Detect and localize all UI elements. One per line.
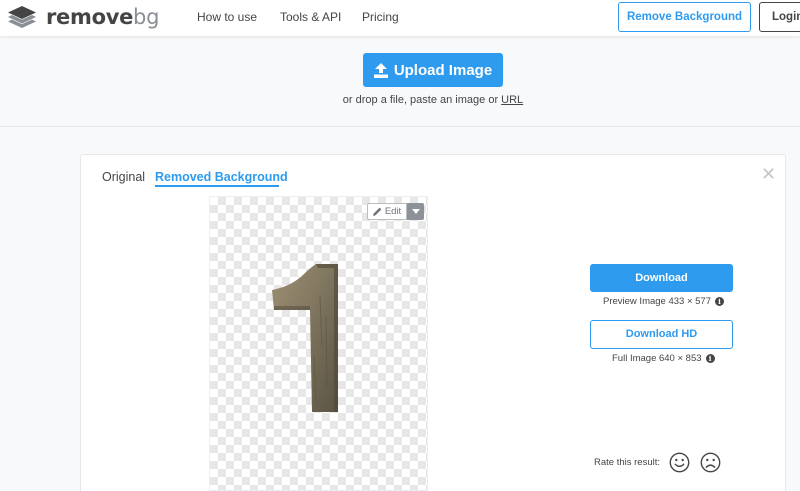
edit-dropdown-toggle[interactable] xyxy=(407,203,424,220)
nav-tools-api[interactable]: Tools & API xyxy=(280,10,341,24)
download-hd-button[interactable]: Download HD xyxy=(590,320,733,349)
nav-how-to-use[interactable]: How to use xyxy=(197,10,257,24)
full-size-text: Full Image 640 × 853 xyxy=(612,353,702,364)
upload-icon xyxy=(373,62,388,78)
url-link[interactable]: URL xyxy=(501,94,523,106)
drop-hint-text: or drop a file, paste an image or xyxy=(342,94,499,106)
close-icon[interactable]: ✕ xyxy=(761,165,776,183)
logo-text: removebg xyxy=(46,5,160,29)
tab-removed-background[interactable]: Removed Background xyxy=(155,170,288,184)
info-icon[interactable]: i xyxy=(705,354,715,363)
remove-background-button[interactable]: Remove Background xyxy=(618,2,751,32)
pencil-icon xyxy=(372,207,382,216)
nav-pricing[interactable]: Pricing xyxy=(362,10,399,24)
rate-label: Rate this result: xyxy=(594,457,660,468)
drop-hint: or drop a file, paste an image or URL xyxy=(0,94,800,106)
login-button[interactable]: Login xyxy=(759,2,800,32)
header-bar: removebg How to use Tools & API Pricing … xyxy=(0,0,800,36)
active-tab-indicator xyxy=(155,185,279,187)
edit-control: Edit xyxy=(367,203,424,220)
download-button[interactable]: Download xyxy=(590,264,733,292)
logo[interactable]: removebg xyxy=(6,6,159,28)
caret-down-icon xyxy=(411,209,420,214)
tab-original[interactable]: Original xyxy=(102,170,145,184)
full-size-info: Full Image 640 × 853 i xyxy=(612,353,715,364)
upload-button-label: Upload Image xyxy=(393,61,493,79)
edit-button[interactable]: Edit xyxy=(367,203,407,220)
layers-icon xyxy=(8,6,36,28)
smiley-sad-icon[interactable] xyxy=(700,452,721,473)
edit-button-label: Edit xyxy=(384,206,402,217)
preview-size-info: Preview Image 433 × 577 i xyxy=(603,296,724,307)
info-icon[interactable]: i xyxy=(715,297,724,306)
section-divider xyxy=(0,126,800,127)
preview-size-text: Preview Image 433 × 577 xyxy=(603,296,711,307)
upload-image-button[interactable]: Upload Image xyxy=(363,53,503,87)
smiley-happy-icon[interactable] xyxy=(669,452,690,473)
result-image-digit-one xyxy=(272,264,338,412)
